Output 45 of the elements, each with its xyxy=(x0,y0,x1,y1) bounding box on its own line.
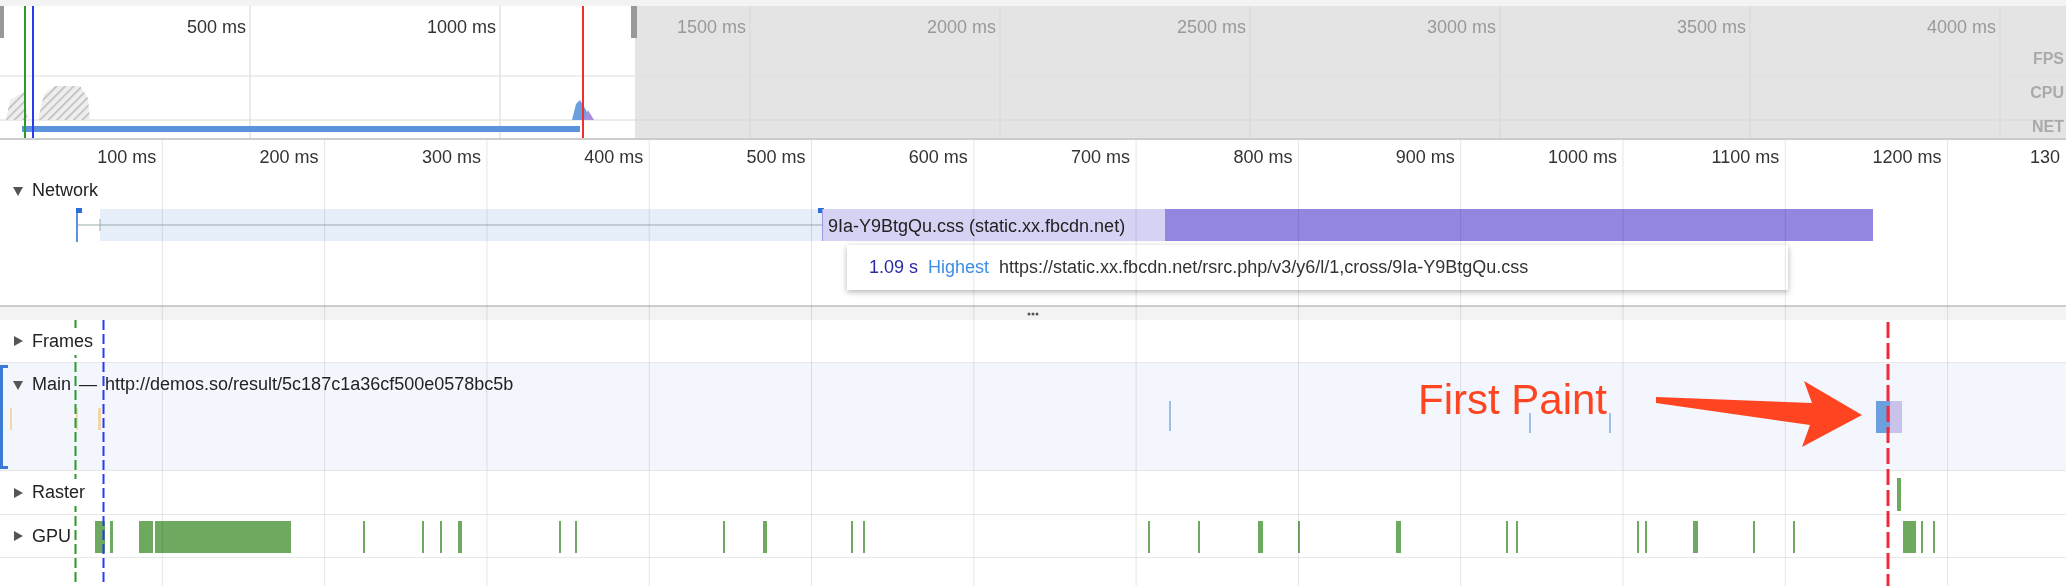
expand-triangle-icon[interactable] xyxy=(12,335,24,347)
range-handle[interactable] xyxy=(0,6,4,38)
request-url: https://static.xx.fbcdn.net/rsrc.php/v3/y6/l/1,cross/9Ia-Y9BtgQu.css xyxy=(999,256,1529,279)
overview-track-label: NET xyxy=(2032,117,2064,137)
overview-panel[interactable]: 500 ms 1000 ms 1500 ms 2000 ms 2500 ms 3000 ms 3500 ms 4000 ms FPS CPU NET xyxy=(0,0,2066,140)
request-priority: Highest xyxy=(928,256,990,279)
ruler-tick-label: 800 ms xyxy=(1233,146,1293,169)
ruler-tick-label: 130 xyxy=(2029,146,2060,169)
request-label: 9Ia-Y9BtgQu.css (static.xx.fbcdn.net) xyxy=(828,215,1126,238)
overview-tick-label: 3000 ms xyxy=(1426,16,1496,39)
ruler-tick-label: 400 ms xyxy=(584,146,644,169)
ruler-tick-label: 100 ms xyxy=(97,146,157,169)
resize-handle-icon[interactable] xyxy=(1027,311,1039,316)
track-label[interactable]: Frames xyxy=(32,327,93,355)
overview-tick-label: 3500 ms xyxy=(1676,16,1746,39)
ruler-tick-label: 200 ms xyxy=(259,146,319,169)
range-handle[interactable] xyxy=(631,6,637,38)
separator-dash: — xyxy=(79,373,97,396)
collapse-triangle-icon[interactable] xyxy=(12,184,24,197)
overview-track-label: FPS xyxy=(2032,49,2064,69)
track-label[interactable]: Raster xyxy=(32,479,85,506)
main-url: http://demos.so/result/5c187c1a36cf500e0578bc5b xyxy=(105,373,514,396)
track-label[interactable]: Network xyxy=(32,177,98,204)
ruler-tick-label: 600 ms xyxy=(908,146,968,169)
ruler-tick-label: 300 ms xyxy=(421,146,481,169)
ruler-tick-label: 500 ms xyxy=(746,146,806,169)
track-label[interactable]: Main xyxy=(32,371,71,398)
raster-activity-drawing xyxy=(1897,478,1901,511)
annotation-text: First Paint xyxy=(1418,375,1608,425)
overview-tick-label: 2500 ms xyxy=(1176,16,1246,39)
overview-tick-label: 1000 ms xyxy=(426,16,496,39)
ruler-tick-label: 1000 ms xyxy=(1547,146,1617,169)
overview-tick-label: 4000 ms xyxy=(1926,16,1996,39)
overview-track-label: CPU xyxy=(2030,83,2064,103)
overview-tick-label: 2000 ms xyxy=(926,16,996,39)
overview-tick-label: 500 ms xyxy=(186,16,246,39)
expand-triangle-icon[interactable] xyxy=(12,486,24,499)
ruler-tick-label: 900 ms xyxy=(1395,146,1455,169)
expand-triangle-icon[interactable] xyxy=(12,530,24,542)
collapse-triangle-icon[interactable] xyxy=(12,378,24,391)
ruler-tick-label: 1100 ms xyxy=(1711,146,1780,169)
request-duration: 1.09 s xyxy=(869,256,919,279)
overview-tick-label: 1500 ms xyxy=(676,16,746,39)
ruler-tick-label: 700 ms xyxy=(1071,146,1131,169)
ruler-tick-label: 1200 ms xyxy=(1872,146,1942,169)
